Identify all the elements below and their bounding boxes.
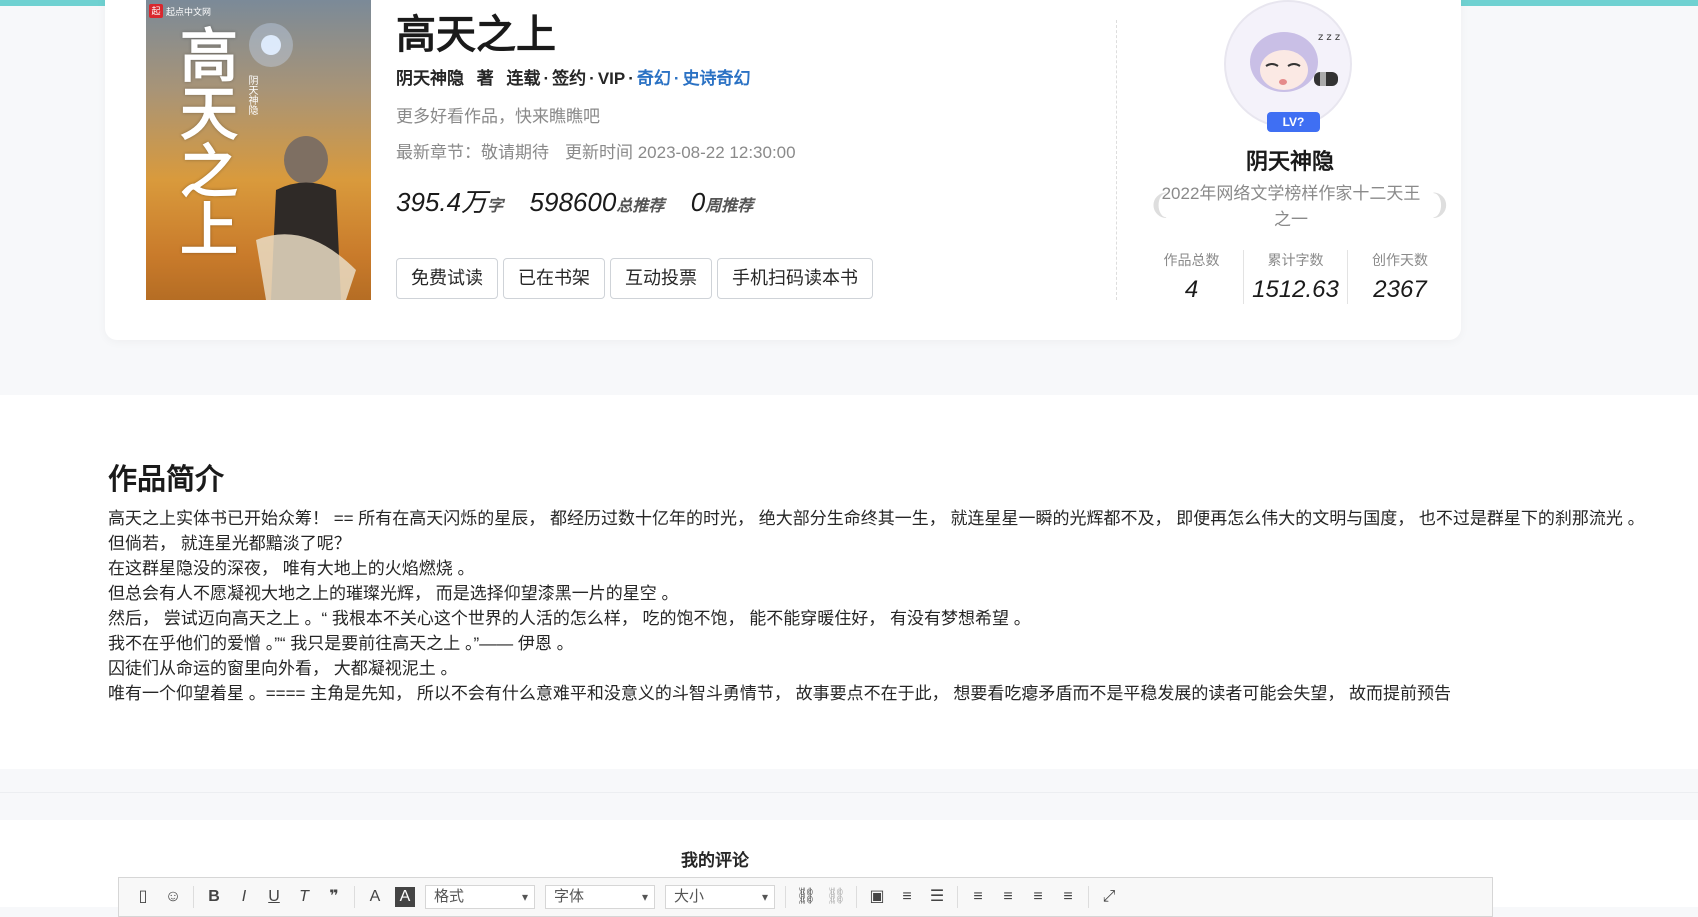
latest-chapter[interactable]: 最新章节：敬请期待 — [396, 143, 549, 162]
intro-line: 囚徒们从命运的窗里向外看， 大都凝视泥土 。 — [108, 659, 458, 678]
cover-title-art: 高天之上 — [170, 25, 238, 257]
book-stats: 395.4万字 598600总推荐 0周推荐 — [396, 182, 775, 219]
intro-line: 唯有一个仰望着星 。==== 主角是先知， 所以不会有什么意难平和没意义的斗智斗… — [108, 684, 1452, 703]
publisher-logo-icon: 起 — [149, 4, 163, 18]
week-recommend: 0 — [690, 187, 706, 217]
subcategory-link[interactable]: 史诗奇幻 — [683, 69, 751, 88]
cover-character-art — [256, 136, 356, 300]
status-label: 连载 — [506, 69, 541, 88]
ordered-list-icon[interactable]: ≡ — [897, 887, 917, 907]
card-divider — [1116, 20, 1117, 300]
intro-line: 在这群星隐没的深夜， 唯有大地上的火焰燃烧 。 — [108, 559, 475, 578]
update-time: 更新时间 2023-08-22 12:30:00 — [565, 143, 796, 162]
intro-line: 但倘若， 就连星光都黯淡了呢？ — [108, 534, 351, 553]
stat-value: 2367 — [1373, 276, 1427, 303]
author-level-badge: LV? — [1267, 112, 1320, 132]
underline-icon[interactable]: U — [264, 887, 284, 907]
align-left-icon[interactable]: ≡ — [968, 887, 988, 907]
editor-toolbar: ▯ ☺ B I U T ❞ A A 格式 字体 大小 ⛓ ⛓ ▣ ≡ ☰ ≡ ≡… — [118, 877, 1493, 917]
vote-button[interactable]: 互动投票 — [610, 258, 712, 299]
on-shelf-button[interactable]: 已在书架 — [503, 258, 605, 299]
toolbar-separator — [856, 886, 857, 908]
image-icon[interactable]: ▣ — [867, 887, 887, 907]
author-avatar[interactable]: z z z — [1224, 0, 1352, 128]
toolbar-separator — [193, 886, 194, 908]
clear-format-icon[interactable]: T — [294, 887, 314, 907]
intro-line: 高天之上实体书已开始众筹！ == 所有在高天闪烁的星辰， 都经历过数十亿年的时光… — [108, 509, 1645, 528]
author-stat-days: 创作天数 2367 — [1348, 250, 1452, 304]
laurel-right-icon: ❩ — [1428, 189, 1452, 220]
book-actions: 免费试读 已在书架 互动投票 手机扫码读本书 — [396, 258, 873, 299]
book-cover[interactable]: 起 起点中文网 高天之上 阴天神隐 — [146, 0, 371, 300]
font-color-icon[interactable]: A — [365, 887, 385, 907]
bullet-list-icon[interactable]: ☰ — [927, 887, 947, 907]
total-recommend-unit: 总推荐 — [616, 198, 665, 215]
avatar-illustration: z z z — [1250, 32, 1340, 92]
category-link[interactable]: 奇幻 — [637, 69, 671, 88]
unlink-icon[interactable]: ⛓ — [826, 887, 846, 907]
cover-author-art: 阴天神隐 — [246, 75, 257, 115]
bold-icon[interactable]: B — [204, 887, 224, 907]
fullscreen-icon[interactable]: ⤢ — [1099, 887, 1119, 907]
size-select[interactable]: 大小 — [665, 885, 775, 909]
author-stat-works: 作品总数 4 — [1140, 250, 1244, 304]
stat-value: 4 — [1184, 276, 1199, 303]
align-justify-icon[interactable]: ≡ — [1058, 887, 1078, 907]
section-divider — [0, 792, 1698, 793]
publisher-name: 起点中文网 — [166, 6, 212, 17]
author-stats: 作品总数 4 累计字数 1512.63 创作天数 2367 — [1140, 250, 1452, 304]
contract-label: 签约 — [552, 69, 587, 88]
comment-title: 我的评论 — [681, 851, 749, 870]
free-read-button[interactable]: 免费试读 — [396, 258, 498, 299]
toolbar-separator — [1088, 886, 1089, 908]
toolbar-separator — [354, 886, 355, 908]
emoji-icon[interactable]: ☺ — [163, 887, 183, 907]
total-recommend: 598600 — [529, 187, 617, 217]
align-center-icon[interactable]: ≡ — [998, 887, 1018, 907]
author-link[interactable]: 阴天神隐 — [396, 69, 464, 88]
document-icon[interactable]: ▯ — [133, 887, 153, 907]
intro-text: 高天之上实体书已开始众筹！ == 所有在高天闪烁的星辰， 都经历过数十亿年的时光… — [108, 506, 1668, 706]
link-icon[interactable]: ⛓ — [796, 887, 816, 907]
publisher-badge: 起 起点中文网 — [149, 4, 211, 18]
book-meta-line: 阴天神隐 著 连载 · 签约 · VIP · 奇幻 · 史诗奇幻 — [396, 69, 751, 88]
book-slogan: 更多好看作品，快来瞧瞧吧 — [396, 107, 600, 126]
stat-label: 创作天数 — [1372, 252, 1428, 268]
latest-chapter-line: 最新章节：敬请期待 更新时间 2023-08-22 12:30:00 — [396, 138, 796, 163]
author-stat-words: 累计字数 1512.63 — [1244, 250, 1348, 304]
intro-line: 我不在乎他们的爱憎 。”“ 我只是要前往高天之上 。”—— 伊恩 。 — [108, 634, 574, 653]
book-title: 高天之上 — [396, 13, 556, 57]
bg-color-icon[interactable]: A — [395, 887, 415, 907]
author-name[interactable]: 阴天神隐 — [1200, 144, 1380, 176]
quote-icon[interactable]: ❞ — [324, 887, 344, 907]
svg-text:z z z: z z z — [1318, 32, 1340, 43]
mobile-qr-button[interactable]: 手机扫码读本书 — [717, 258, 873, 299]
vip-label: VIP — [597, 69, 626, 88]
toolbar-separator — [957, 886, 958, 908]
italic-icon[interactable]: I — [234, 887, 254, 907]
font-select[interactable]: 字体 — [545, 885, 655, 909]
word-count: 395.4万 — [396, 187, 488, 217]
word-unit: 字 — [487, 198, 504, 215]
week-recommend-unit: 周推荐 — [705, 198, 754, 215]
stat-label: 累计字数 — [1267, 252, 1324, 268]
align-right-icon[interactable]: ≡ — [1028, 887, 1048, 907]
toolbar-separator — [785, 886, 786, 908]
author-honor: 2022年网络文学榜样作家十二天王之一 — [1161, 184, 1421, 229]
intro-line: 然后， 尝试迈向高天之上 。“ 我根本不关心这个世界的人活的怎么样， 吃的饱不饱… — [108, 609, 1031, 628]
star-glow-icon — [249, 23, 293, 67]
stat-label: 作品总数 — [1163, 252, 1220, 268]
format-select[interactable]: 格式 — [425, 885, 535, 909]
stat-value: 1512.63 — [1252, 276, 1339, 303]
intro-line: 但总会有人不愿凝视大地之上的璀璨光辉， 而是选择仰望漆黑一片的星空 。 — [108, 584, 679, 603]
intro-title: 作品简介 — [108, 464, 225, 496]
author-suffix: 著 — [476, 69, 494, 88]
